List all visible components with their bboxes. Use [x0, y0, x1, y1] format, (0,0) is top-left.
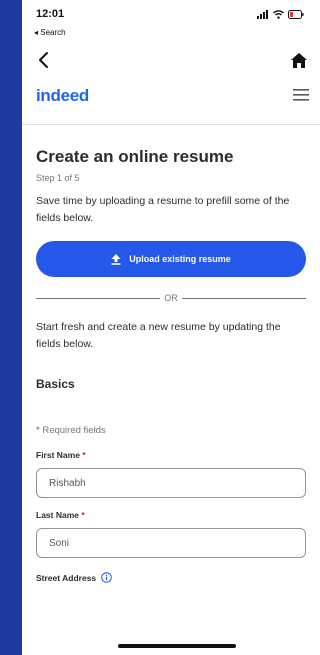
brand-header: indeed — [22, 82, 320, 112]
upload-resume-label: Upload existing resume — [129, 254, 231, 264]
last-name-label-text: Last Name — [36, 510, 79, 520]
phone-screen: 12:01 ◂ Search indeed Create an online r… — [22, 0, 320, 655]
first-name-label-text: First Name — [36, 450, 80, 460]
last-name-label: Last Name * — [36, 510, 306, 520]
last-name-value: Soni — [49, 537, 70, 549]
or-separator: OR — [36, 293, 306, 303]
street-address-label-text: Street Address — [36, 572, 97, 583]
step-indicator: Step 1 of 5 — [36, 173, 80, 183]
last-name-input[interactable]: Soni — [36, 528, 306, 558]
or-line-left — [36, 297, 161, 299]
start-fresh-text: Start fresh and create a new resume by u… — [36, 321, 281, 350]
first-name-label: First Name * — [36, 450, 306, 460]
navigation-bar — [22, 42, 320, 82]
street-address-label: Street Address — [36, 572, 306, 583]
upload-intro-text: Save time by uploading a resume to prefi… — [36, 195, 290, 224]
or-line-right — [181, 297, 306, 299]
header-divider — [22, 124, 320, 125]
back-arrow-icon[interactable] — [32, 48, 56, 72]
required-fields-text: Required fields — [42, 425, 106, 436]
required-star: * — [36, 425, 40, 436]
required-fields-note: * Required fields — [36, 425, 306, 436]
upload-icon — [111, 253, 121, 265]
first-name-value: Rishabh — [49, 477, 86, 489]
wifi-icon — [273, 10, 284, 19]
home-indicator — [118, 644, 236, 648]
section-title-basics: Basics — [36, 377, 75, 391]
status-bar: 12:01 ◂ Search — [22, 0, 320, 42]
resume-form: Create an online resume Step 1 of 5 Save… — [22, 147, 320, 583]
page-title: Create an online resume — [36, 147, 234, 166]
upload-resume-button[interactable]: Upload existing resume — [36, 241, 306, 277]
home-icon[interactable] — [290, 52, 308, 70]
first-name-input[interactable]: Rishabh — [36, 468, 306, 498]
signal-icon — [257, 10, 268, 19]
battery-icon — [288, 10, 304, 19]
status-time: 12:01 — [36, 8, 65, 20]
hamburger-menu-icon[interactable] — [292, 88, 310, 102]
back-to-app-link[interactable]: ◂ Search — [34, 28, 66, 37]
or-text: OR — [164, 293, 178, 303]
last-name-required-star: * — [81, 510, 85, 520]
status-icons — [257, 10, 304, 19]
info-icon[interactable] — [101, 572, 112, 583]
first-name-required-star: * — [82, 450, 86, 460]
indeed-logo[interactable]: indeed — [36, 86, 89, 106]
